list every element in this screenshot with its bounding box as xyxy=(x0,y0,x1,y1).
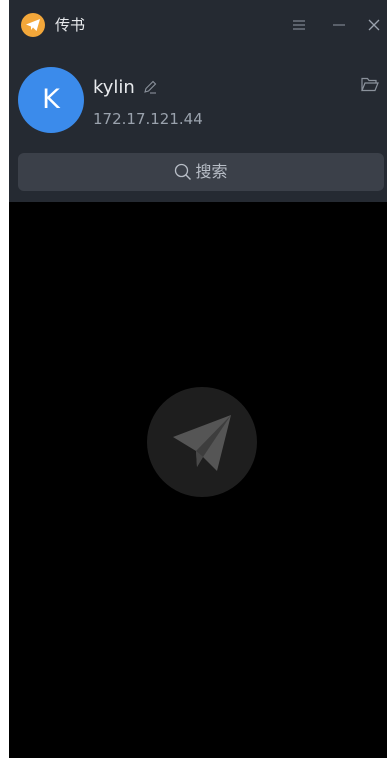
app-logo-icon xyxy=(21,13,45,37)
menu-button[interactable] xyxy=(289,15,309,35)
menu-icon xyxy=(293,20,305,30)
app-window: 传书 K kylin 172.17.121.44 搜索 xyxy=(9,0,387,758)
paper-plane-icon xyxy=(26,19,40,31)
edit-pencil-icon[interactable] xyxy=(143,80,157,94)
search-input[interactable]: 搜索 xyxy=(18,153,384,191)
search-label: 搜索 xyxy=(195,162,228,181)
search-icon xyxy=(175,163,192,180)
minimize-icon xyxy=(333,24,345,26)
ip-address: 172.17.121.44 xyxy=(93,110,203,128)
empty-state-placeholder xyxy=(147,387,257,497)
title-bar: 传书 xyxy=(9,0,387,50)
paper-plane-icon xyxy=(173,415,231,471)
folder-icon[interactable] xyxy=(361,77,379,92)
username: kylin xyxy=(93,77,135,98)
profile-section: K kylin 172.17.121.44 xyxy=(9,60,387,140)
minimize-button[interactable] xyxy=(329,15,349,35)
header-panel: 传书 K kylin 172.17.121.44 搜索 xyxy=(9,0,387,202)
close-icon xyxy=(368,19,380,31)
avatar[interactable]: K xyxy=(18,67,84,133)
app-title: 传书 xyxy=(55,16,86,34)
close-button[interactable] xyxy=(364,15,384,35)
